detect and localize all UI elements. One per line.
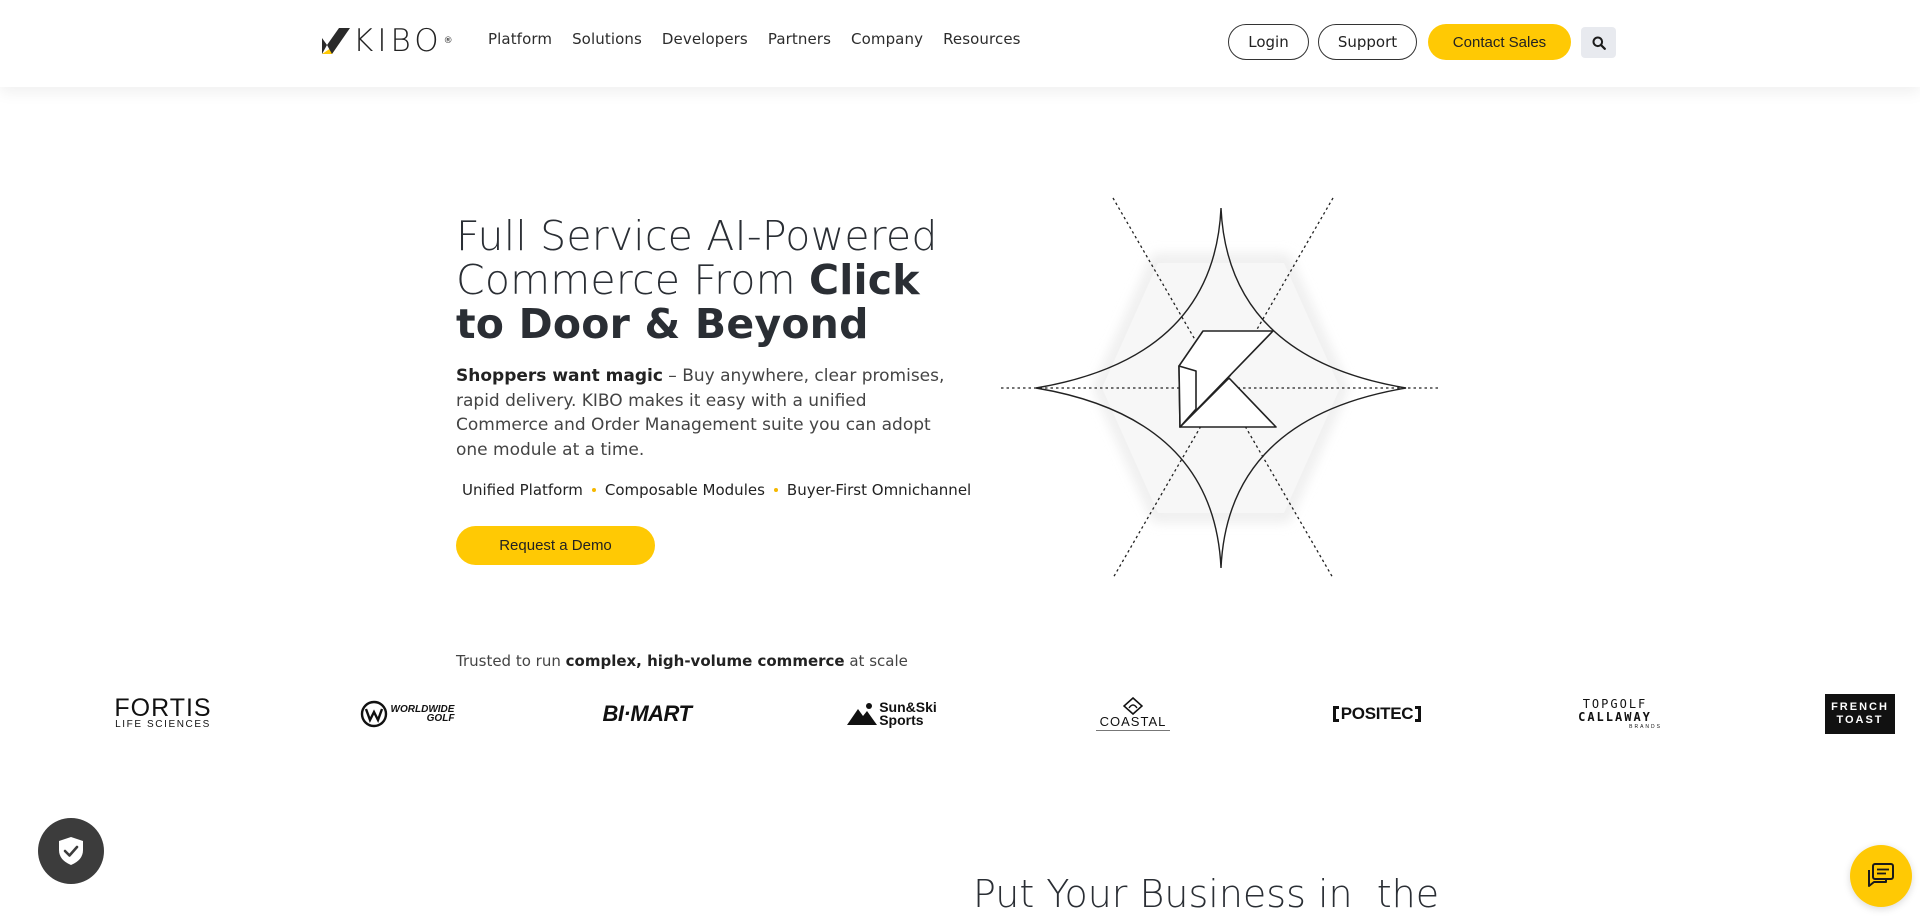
trusted-tagline: Trusted to run complex, high-volume comm… xyxy=(456,652,908,670)
logo-topgolf-callaway: TOPGOLF CALLAWAY BRANDS xyxy=(1560,684,1670,744)
chat-icon xyxy=(1868,863,1894,887)
bullet-dot xyxy=(773,488,778,492)
feature-unified-platform: Unified Platform xyxy=(462,481,583,499)
logo-sun-ski: Sun&Ski Sports xyxy=(838,684,946,744)
nav-company[interactable]: Company xyxy=(851,30,923,48)
french-toast-box: FRENCH TOAST xyxy=(1825,694,1895,734)
worldwide-golf-emblem xyxy=(360,700,387,728)
feature-composable-modules: Composable Modules xyxy=(604,481,765,499)
logo-registered: ® xyxy=(443,36,453,46)
fortis-name: FORTIS xyxy=(114,694,212,722)
sun-ski-mountain-emblem xyxy=(847,703,878,725)
nav-platform[interactable]: Platform xyxy=(488,30,552,48)
logo-wordmark: KIBO xyxy=(353,23,443,59)
bullet-dot xyxy=(591,488,596,492)
logo-bimart: BI·MART xyxy=(594,684,700,744)
nav-developers[interactable]: Developers xyxy=(662,30,748,48)
customer-logo-strip: FORTIS LIFE SCIENCES WORLDWIDE GOLF BI·M… xyxy=(0,684,1920,744)
hero-title: Full Service AI-Powered Commerce From Cl… xyxy=(456,214,976,346)
brands-text: BRANDS xyxy=(1629,724,1662,730)
bimart-text: BI·MART xyxy=(602,701,692,726)
kibo-logo[interactable]: KIBO ® xyxy=(322,23,453,59)
logo-worldwide-golf: WORLDWIDE GOLF xyxy=(352,684,462,744)
french-text: FRENCH xyxy=(1831,701,1889,713)
callaway-text: CALLAWAY xyxy=(1578,710,1652,724)
support-button[interactable]: Support xyxy=(1318,24,1417,60)
shield-check-icon xyxy=(59,837,83,865)
hero-feature-list: Unified Platform Composable Modules Buye… xyxy=(462,481,971,499)
nav-partners[interactable]: Partners xyxy=(768,30,831,48)
trusted-suffix: at scale xyxy=(844,652,908,670)
golf-text: GOLF xyxy=(426,713,455,724)
section-heading: Put Your Business in the xyxy=(973,872,1440,916)
search-button[interactable] xyxy=(1581,27,1616,58)
privacy-settings-button[interactable] xyxy=(38,818,104,884)
coastal-emblem xyxy=(1123,697,1143,715)
sun-ski-text: Sun&Ski Sports xyxy=(879,700,937,728)
main-nav: Platform Solutions Developers Partners C… xyxy=(488,30,1041,48)
toast-text: TOAST xyxy=(1836,714,1884,726)
coastal-text: COASTAL xyxy=(1099,714,1167,729)
sun-ski-line2: Sports xyxy=(879,712,924,728)
worldwide-golf-text: WORLDWIDE GOLF xyxy=(391,705,455,724)
fortis-sub: LIFE SCIENCES xyxy=(115,719,211,730)
contact-sales-button[interactable]: Contact Sales xyxy=(1428,24,1571,60)
search-icon xyxy=(1592,36,1606,50)
logo-coastal: COASTAL xyxy=(1090,684,1176,744)
trusted-prefix: Trusted to run xyxy=(456,652,566,670)
trusted-bold: complex, high-volume commerce xyxy=(565,652,845,670)
coastal-underline xyxy=(1096,730,1170,731)
logo-positec: POSITEC xyxy=(1322,684,1432,744)
login-button[interactable]: Login xyxy=(1228,24,1309,60)
positec-bracket-left xyxy=(1332,706,1339,722)
positec-text: POSITEC xyxy=(1340,704,1414,723)
hero-illustration xyxy=(996,193,1446,583)
hero-description: Shoppers want magic – Buy anywhere, clea… xyxy=(456,364,956,462)
request-demo-button[interactable]: Request a Demo xyxy=(456,526,655,565)
feature-buyer-first: Buyer-First Omnichannel xyxy=(786,481,972,499)
logo-fortis: FORTIS LIFE SCIENCES xyxy=(108,684,218,744)
positec-bracket-right xyxy=(1415,706,1422,722)
site-header: KIBO ® Platform Solutions Developers Par… xyxy=(0,0,1920,87)
nav-resources[interactable]: Resources xyxy=(943,30,1021,48)
hero-desc-bold: Shoppers want magic xyxy=(456,366,663,386)
kibo-logo-mark xyxy=(322,28,350,54)
chat-button[interactable] xyxy=(1850,845,1912,907)
logo-french-toast: FRENCH TOAST xyxy=(1825,684,1895,744)
nav-solutions[interactable]: Solutions xyxy=(572,30,642,48)
